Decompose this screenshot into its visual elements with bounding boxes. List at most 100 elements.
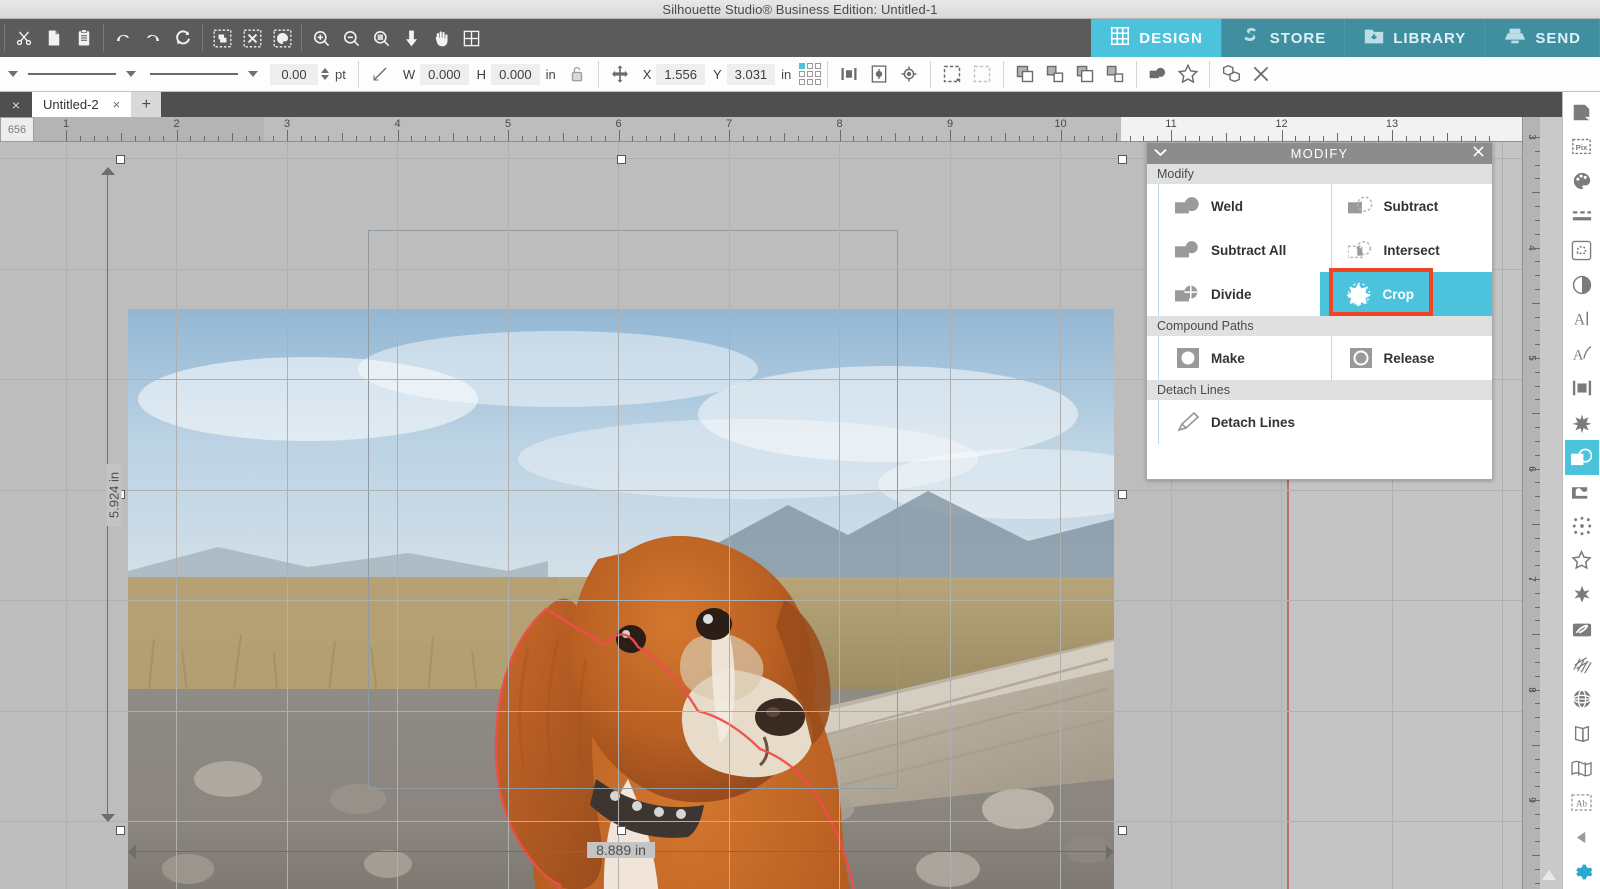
- ruler-tick-label: 9: [946, 118, 954, 130]
- conic-warp-icon[interactable]: [1565, 716, 1599, 751]
- close-icon[interactable]: [1473, 145, 1484, 160]
- divide-button[interactable]: Divide: [1158, 272, 1320, 316]
- pan-icon[interactable]: [426, 23, 456, 53]
- mode-tabs: DESIGN STORE LIBRARY SEND: [1091, 19, 1600, 57]
- crop-button[interactable]: Crop: [1319, 272, 1492, 316]
- ruler-tick: [259, 136, 261, 141]
- select-by-color-icon[interactable]: [267, 23, 297, 53]
- settings-gear-icon[interactable]: [1565, 854, 1599, 889]
- center-to-page-icon[interactable]: [864, 59, 894, 89]
- scroll-up-arrow[interactable]: [1540, 867, 1558, 883]
- zoom-in-icon[interactable]: [306, 23, 336, 53]
- tab-send[interactable]: SEND: [1485, 19, 1600, 57]
- tab-library[interactable]: LIBRARY: [1345, 19, 1486, 57]
- warp-icon[interactable]: [1565, 682, 1599, 717]
- ruler-tick: [1535, 275, 1540, 277]
- tab-store[interactable]: STORE: [1221, 19, 1346, 57]
- x-input[interactable]: 1.556: [656, 63, 705, 85]
- line-style-select[interactable]: [126, 71, 136, 77]
- rhinestone-icon[interactable]: [1565, 544, 1599, 579]
- ruler-tick: [1535, 371, 1540, 373]
- trace-icon[interactable]: [1565, 233, 1599, 268]
- pixscan-icon[interactable]: Pix: [1565, 130, 1599, 165]
- chevron-down-icon[interactable]: [1154, 145, 1167, 160]
- paste-icon[interactable]: [69, 23, 99, 53]
- detach-lines-button[interactable]: Detach Lines: [1158, 400, 1492, 444]
- width-input[interactable]: 0.000: [420, 63, 469, 85]
- effects-icon[interactable]: [1565, 406, 1599, 441]
- intersect-button[interactable]: Intersect: [1330, 228, 1493, 272]
- bring-to-front-icon[interactable]: [1010, 59, 1040, 89]
- knife-icon[interactable]: [1565, 613, 1599, 648]
- make-compound-path-button[interactable]: Make: [1158, 336, 1320, 380]
- tab-design[interactable]: DESIGN: [1091, 19, 1222, 57]
- canvas-gridline: [618, 142, 619, 889]
- ruler-tick: [1267, 136, 1269, 141]
- collapse-panel-icon[interactable]: [1565, 820, 1599, 855]
- fill-color-icon[interactable]: [1565, 164, 1599, 199]
- ruler-tick-label: 3: [283, 118, 291, 130]
- y-input[interactable]: 3.031: [726, 63, 776, 85]
- line-weight-unit: pt: [335, 66, 346, 82]
- 3d-icon[interactable]: [1565, 751, 1599, 786]
- selected-image-object[interactable]: [128, 309, 1114, 889]
- zoom-out-icon[interactable]: [336, 23, 366, 53]
- align-icon[interactable]: [1565, 371, 1599, 406]
- transparency-icon[interactable]: [1565, 268, 1599, 303]
- show-grid-icon[interactable]: [456, 23, 486, 53]
- ruler-tick: [1088, 136, 1090, 141]
- align-center-icon[interactable]: [834, 59, 864, 89]
- line-weight-input[interactable]: 0.00: [270, 63, 318, 85]
- text-style-icon[interactable]: A: [1565, 302, 1599, 337]
- refresh-icon[interactable]: [168, 23, 198, 53]
- cut-icon[interactable]: [9, 23, 39, 53]
- subtract-button[interactable]: Subtract: [1330, 184, 1493, 228]
- crop-release-icon[interactable]: [967, 59, 997, 89]
- modify-icon[interactable]: [1564, 440, 1599, 475]
- crop-to-selection-icon[interactable]: [937, 59, 967, 89]
- weld-button[interactable]: Weld: [1158, 184, 1320, 228]
- ruler-tick: [1350, 136, 1352, 141]
- line-style-dropdown-caret[interactable]: [8, 71, 18, 77]
- ruler-tick: [1171, 130, 1172, 141]
- copy-icon[interactable]: [39, 23, 69, 53]
- star-shape-icon[interactable]: [1173, 59, 1203, 89]
- ruler-tick: [1532, 302, 1540, 304]
- send-to-back-icon[interactable]: [1100, 59, 1130, 89]
- height-input[interactable]: 0.000: [491, 63, 540, 85]
- select-all-icon[interactable]: [207, 23, 237, 53]
- 3d-objects-icon[interactable]: [1216, 59, 1246, 89]
- close-panel-icon[interactable]: [1246, 59, 1276, 89]
- sticker-icon[interactable]: [1565, 509, 1599, 544]
- anchor-point-selector[interactable]: [799, 63, 822, 85]
- line-weight-stepper[interactable]: [321, 68, 329, 80]
- vertical-ruler[interactable]: 3456789: [1522, 117, 1540, 889]
- page-setup-icon[interactable]: [1565, 95, 1599, 130]
- document-tab-untitled-2[interactable]: Untitled-2 ×: [32, 92, 132, 117]
- fit-to-page-icon[interactable]: [396, 23, 426, 53]
- horizontal-ruler[interactable]: 1 2 3 4 5 6 7 8 9 10 11 12 13: [0, 117, 1522, 142]
- print-bleed-icon[interactable]: [1565, 647, 1599, 682]
- canvas-gridline: [66, 142, 67, 889]
- line-weight-select[interactable]: [248, 71, 258, 77]
- close-all-documents-button[interactable]: ×: [0, 92, 32, 117]
- shadow-icon[interactable]: [1565, 475, 1599, 510]
- document-tab-close-icon[interactable]: ×: [113, 97, 121, 112]
- auto-fill-icon[interactable]: Ab: [1565, 785, 1599, 820]
- center-registration-icon[interactable]: [894, 59, 924, 89]
- send-backward-icon[interactable]: [1070, 59, 1100, 89]
- sketch-icon[interactable]: [1565, 578, 1599, 613]
- text-on-path-icon[interactable]: A: [1565, 337, 1599, 372]
- add-document-tab-button[interactable]: +: [131, 92, 162, 117]
- subtract-all-button[interactable]: Subtract All: [1158, 228, 1320, 272]
- undo-icon[interactable]: [108, 23, 138, 53]
- unlocked-padlock-icon[interactable]: [562, 59, 592, 89]
- redo-icon[interactable]: [138, 23, 168, 53]
- bring-forward-icon[interactable]: [1040, 59, 1070, 89]
- ruler-tick: [742, 136, 744, 141]
- release-compound-path-button[interactable]: Release: [1330, 336, 1493, 380]
- weld-shapes-icon[interactable]: [1143, 59, 1173, 89]
- deselect-all-icon[interactable]: [237, 23, 267, 53]
- line-style-icon[interactable]: [1565, 199, 1599, 234]
- zoom-selection-icon[interactable]: [366, 23, 396, 53]
